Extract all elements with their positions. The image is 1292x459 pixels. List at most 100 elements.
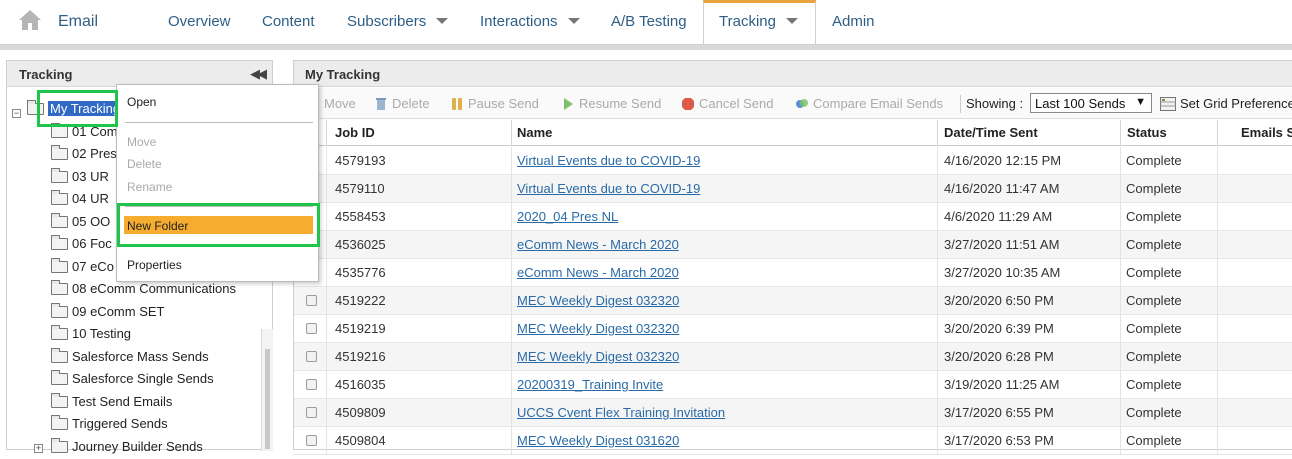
folder-icon bbox=[51, 392, 68, 408]
table-row[interactable]: 4536025 eComm News - March 2020 3/27/202… bbox=[294, 231, 1292, 259]
tree-item-folder[interactable]: Test Send Emails bbox=[51, 392, 172, 414]
table-row[interactable]: 4579193 Virtual Events due to COVID-19 4… bbox=[294, 147, 1292, 175]
tree-item-label: Triggered Sends bbox=[72, 416, 168, 431]
cell-name-link[interactable]: 20200319_Training Invite bbox=[517, 377, 663, 392]
cell-job-id: 4519222 bbox=[335, 293, 386, 308]
tree-item-folder[interactable]: 01 Com bbox=[51, 122, 118, 144]
cell-job-id: 4519219 bbox=[335, 321, 386, 336]
row-checkbox[interactable] bbox=[306, 407, 317, 418]
menu-item-properties[interactable]: Properties bbox=[127, 258, 182, 272]
tree-item-folder[interactable]: 03 UR bbox=[51, 167, 109, 189]
table-row[interactable]: 4509809 UCCS Cvent Flex Training Invitat… bbox=[294, 399, 1292, 427]
cell-name-link[interactable]: MEC Weekly Digest 031620 bbox=[517, 433, 679, 448]
cell-name-link[interactable]: eComm News - March 2020 bbox=[517, 237, 679, 252]
tree-item-label: 08 eComm Communications bbox=[72, 281, 237, 296]
delete-button[interactable]: Delete bbox=[374, 96, 430, 112]
cell-name-link[interactable]: eComm News - March 2020 bbox=[517, 265, 679, 280]
chevron-down-icon bbox=[567, 18, 580, 25]
tree-item-folder[interactable]: 02 Pres bbox=[51, 144, 117, 166]
nav-admin[interactable]: Admin bbox=[832, 13, 875, 30]
table-row[interactable]: 4579110 Virtual Events due to COVID-19 4… bbox=[294, 175, 1292, 203]
cell-name-link[interactable]: MEC Weekly Digest 032320 bbox=[517, 321, 679, 336]
scrollbar-thumb[interactable] bbox=[265, 349, 270, 449]
column-header-name[interactable]: Name bbox=[517, 125, 552, 140]
nav-interactions[interactable]: Interactions bbox=[480, 13, 580, 30]
tree-item-folder[interactable]: 09 eComm SET bbox=[51, 302, 164, 324]
cell-name-link[interactable]: Virtual Events due to COVID-19 bbox=[517, 181, 700, 196]
column-divider bbox=[937, 259, 938, 287]
folder-icon bbox=[51, 279, 68, 295]
table-row[interactable]: 4558453 2020_04 Pres NL 4/6/2020 11:29 A… bbox=[294, 203, 1292, 231]
row-checkbox[interactable] bbox=[306, 435, 317, 446]
row-checkbox[interactable] bbox=[306, 379, 317, 390]
app-title[interactable]: Email bbox=[58, 13, 98, 31]
nav-ab-testing[interactable]: A/B Testing bbox=[611, 13, 687, 30]
cell-name-link[interactable]: UCCS Cvent Flex Training Invitation bbox=[517, 405, 725, 420]
tree-item-folder[interactable]: Triggered Sends bbox=[51, 414, 168, 436]
table-row[interactable]: 4519216 MEC Weekly Digest 032320 3/20/20… bbox=[294, 343, 1292, 371]
column-divider bbox=[937, 231, 938, 259]
row-checkbox[interactable] bbox=[306, 295, 317, 306]
tree-scrollbar[interactable] bbox=[261, 329, 273, 451]
move-button[interactable]: Move bbox=[324, 96, 356, 111]
cell-name-link[interactable]: 2020_04 Pres NL bbox=[517, 209, 618, 224]
cell-name-link[interactable]: MEC Weekly Digest 032320 bbox=[517, 349, 679, 364]
expand-tree-icon[interactable]: + bbox=[34, 444, 43, 453]
column-divider bbox=[1217, 371, 1218, 399]
column-divider bbox=[326, 427, 327, 455]
table-row[interactable]: 4535776 eComm News - March 2020 3/27/202… bbox=[294, 259, 1292, 287]
tree-item-folder[interactable]: Salesforce Mass Sends bbox=[51, 347, 209, 369]
chevron-down-icon bbox=[436, 18, 449, 25]
menu-item-open[interactable]: Open bbox=[127, 95, 156, 109]
collapse-tree-icon[interactable]: − bbox=[12, 109, 21, 118]
tree-item-label: 04 UR bbox=[72, 191, 109, 206]
nav-tracking[interactable]: Tracking bbox=[719, 13, 798, 30]
tree-item-folder[interactable]: 06 Foc bbox=[51, 234, 112, 256]
showing-select[interactable]: Last 100 Sends ▼ bbox=[1030, 93, 1152, 113]
cell-name-link[interactable]: MEC Weekly Digest 032320 bbox=[517, 293, 679, 308]
column-divider bbox=[1217, 231, 1218, 259]
row-checkbox[interactable] bbox=[306, 323, 317, 334]
pause-send-button[interactable]: Pause Send bbox=[450, 96, 539, 112]
tree-item-folder[interactable]: Journey Builder Sends bbox=[51, 437, 203, 459]
tree-item-folder[interactable]: 07 eCo bbox=[51, 257, 114, 279]
column-divider bbox=[1120, 203, 1121, 231]
cancel-send-button[interactable]: Cancel Send bbox=[681, 96, 773, 112]
compare-email-sends-button[interactable]: Compare Email Sends bbox=[795, 96, 943, 112]
column-header-status[interactable]: Status bbox=[1127, 125, 1167, 140]
cell-date-sent: 4/6/2020 11:29 AM bbox=[944, 209, 1053, 224]
tree-item-folder[interactable]: 10 Testing bbox=[51, 324, 131, 346]
column-header-job-id[interactable]: Job ID bbox=[335, 125, 375, 140]
column-divider bbox=[1217, 259, 1218, 287]
table-row[interactable]: 4509804 MEC Weekly Digest 031620 3/17/20… bbox=[294, 427, 1292, 455]
row-checkbox[interactable] bbox=[306, 351, 317, 362]
table-row[interactable]: 4519222 MEC Weekly Digest 032320 3/20/20… bbox=[294, 287, 1292, 315]
cell-status: Complete bbox=[1126, 265, 1182, 280]
tree-item-folder[interactable]: 04 UR bbox=[51, 189, 109, 211]
tracking-panel-header: My Tracking bbox=[294, 61, 1292, 87]
column-divider bbox=[1120, 120, 1121, 146]
tree-item-label: Salesforce Single Sends bbox=[72, 371, 214, 386]
tree-item-label: 03 UR bbox=[72, 169, 109, 184]
resume-send-button[interactable]: Resume Send bbox=[561, 96, 661, 112]
home-icon[interactable] bbox=[18, 9, 42, 31]
set-grid-preferences-button[interactable]: Set Grid Preferences bbox=[1160, 96, 1292, 112]
cell-name-link[interactable]: Virtual Events due to COVID-19 bbox=[517, 153, 700, 168]
column-divider bbox=[511, 343, 512, 371]
column-header-emails-sent[interactable]: Emails Sent bbox=[1241, 125, 1292, 140]
table-row[interactable]: 4519219 MEC Weekly Digest 032320 3/20/20… bbox=[294, 315, 1292, 343]
nav-overview[interactable]: Overview bbox=[168, 13, 231, 30]
column-divider bbox=[511, 259, 512, 287]
tree-item-folder[interactable]: 08 eComm Communications bbox=[51, 279, 237, 301]
tree-item-folder[interactable]: 05 OO bbox=[51, 212, 110, 234]
cell-job-id: 4509809 bbox=[335, 405, 386, 420]
column-header-date-sent[interactable]: Date/Time Sent bbox=[944, 125, 1038, 140]
nav-content[interactable]: Content bbox=[262, 13, 315, 30]
cell-job-id: 4509804 bbox=[335, 433, 386, 448]
tree-item-label: 06 Foc bbox=[72, 236, 112, 251]
column-divider bbox=[937, 120, 938, 146]
nav-subscribers[interactable]: Subscribers bbox=[347, 13, 449, 30]
double-chevron-left-icon[interactable]: ◀◀ bbox=[250, 66, 267, 82]
tree-item-folder[interactable]: Salesforce Single Sends bbox=[51, 369, 214, 391]
table-row[interactable]: 4516035 20200319_Training Invite 3/19/20… bbox=[294, 371, 1292, 399]
